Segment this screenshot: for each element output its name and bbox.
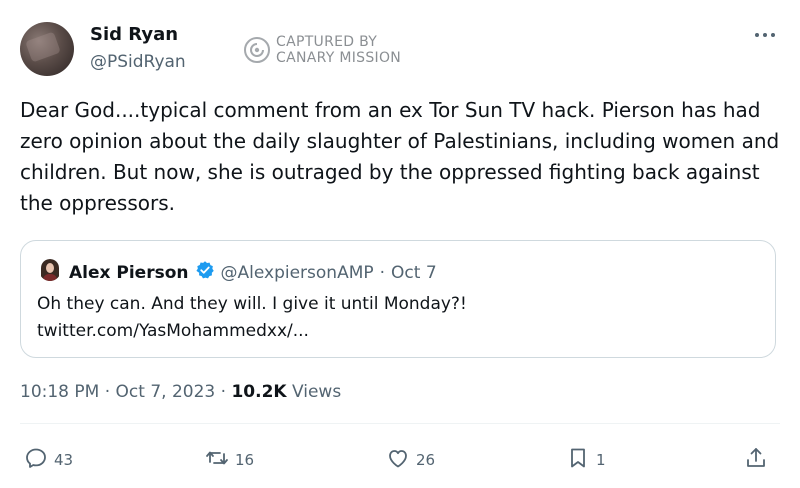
quoted-tweet[interactable]: Alex Pierson @AlexpiersonAMP · Oct 7 Oh … [20,240,776,358]
retweet-icon [205,446,229,474]
watermark-line2: CANARY MISSION [276,50,402,66]
tweet: Sid Ryan @PSidRyan CAPTURED BY CANARY MI… [0,0,800,488]
like-button[interactable]: 26 [386,446,435,474]
like-count: 26 [416,451,436,469]
watermark-line1: CAPTURED BY [276,34,378,50]
divider [20,423,780,424]
quoted-author-avatar[interactable] [39,259,61,281]
retweet-count: 16 [235,451,255,469]
reply-count: 43 [54,451,74,469]
retweet-button[interactable]: 16 [205,446,254,474]
tweet-date[interactable]: Oct 7, 2023 [116,382,216,402]
author-handle[interactable]: @PSidRyan [90,52,186,72]
more-options-icon[interactable] [754,22,776,43]
action-bar: 43 16 26 1 [0,446,800,476]
bookmark-count: 1 [596,451,606,469]
bookmark-button[interactable]: 1 [566,446,606,474]
bookmark-icon [566,446,590,474]
heart-icon [386,446,410,474]
tweet-meta: 10:18 PM · Oct 7, 2023 · 10.2K Views [20,382,341,402]
quoted-author-handle[interactable]: @AlexpiersonAMP [221,263,374,283]
meta-separator: · [104,382,111,402]
quoted-text-line1: Oh they can. And they will. I give it un… [37,294,467,314]
quoted-date[interactable]: Oct 7 [391,263,437,283]
verified-badge-icon [195,260,215,285]
tweet-time[interactable]: 10:18 PM [20,382,99,402]
share-icon [744,446,768,474]
author-avatar[interactable] [20,22,74,76]
tweet-text: Dear God....typical comment from an ex T… [20,98,780,215]
quoted-author-name[interactable]: Alex Pierson [69,263,189,283]
views-count: 10.2K [231,382,287,402]
canary-logo-icon [244,37,270,63]
author-name[interactable]: Sid Ryan [90,24,178,45]
share-button[interactable] [744,446,768,474]
watermark: CAPTURED BY CANARY MISSION [244,34,401,66]
quoted-separator: · [379,262,386,283]
reply-button[interactable]: 43 [24,446,73,474]
reply-icon [24,446,48,474]
meta-separator: · [220,382,227,402]
quoted-link[interactable]: twitter.com/YasMohammedxx/... [37,318,467,345]
views-label: Views [291,382,342,402]
